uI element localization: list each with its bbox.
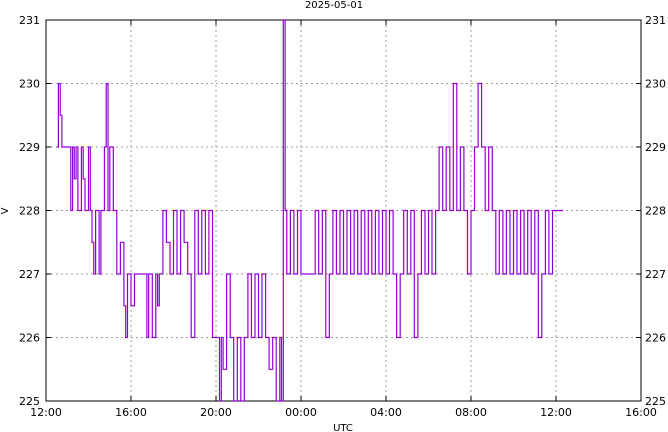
chart-background — [0, 0, 668, 432]
y-tick-label: 229 — [19, 141, 40, 154]
y-tick-label: 231 — [19, 14, 40, 27]
x-tick-label: 12:00 — [540, 406, 572, 419]
y-tick-label: 230 — [19, 78, 40, 91]
y-tick-label-right: 226 — [645, 332, 666, 345]
x-tick-label: 04:00 — [370, 406, 402, 419]
y-tick-label-right: 230 — [645, 78, 666, 91]
x-tick-label: 00:00 — [285, 406, 317, 419]
y-tick-label: 227 — [19, 268, 40, 281]
y-tick-label-right: 228 — [645, 205, 666, 218]
x-tick-label: 16:00 — [625, 406, 657, 419]
y-tick-label: 226 — [19, 332, 40, 345]
x-axis-label: UTC — [333, 423, 353, 432]
x-tick-label: 20:00 — [200, 406, 232, 419]
x-tick-label: 16:00 — [115, 406, 147, 419]
y-axis-label: V — [0, 207, 11, 214]
x-tick-label: 12:00 — [30, 406, 62, 419]
chart-title: 2025-05-01 — [305, 0, 363, 11]
chart: 225 225226 226227 227228 228229 229230 230231 2… — [0, 0, 668, 432]
y-tick-label-right: 229 — [645, 141, 666, 154]
x-tick-label: 08:00 — [455, 406, 487, 419]
y-tick-label-right: 231 — [645, 14, 666, 27]
y-tick-label-right: 227 — [645, 268, 666, 281]
y-tick-label: 228 — [19, 205, 40, 218]
